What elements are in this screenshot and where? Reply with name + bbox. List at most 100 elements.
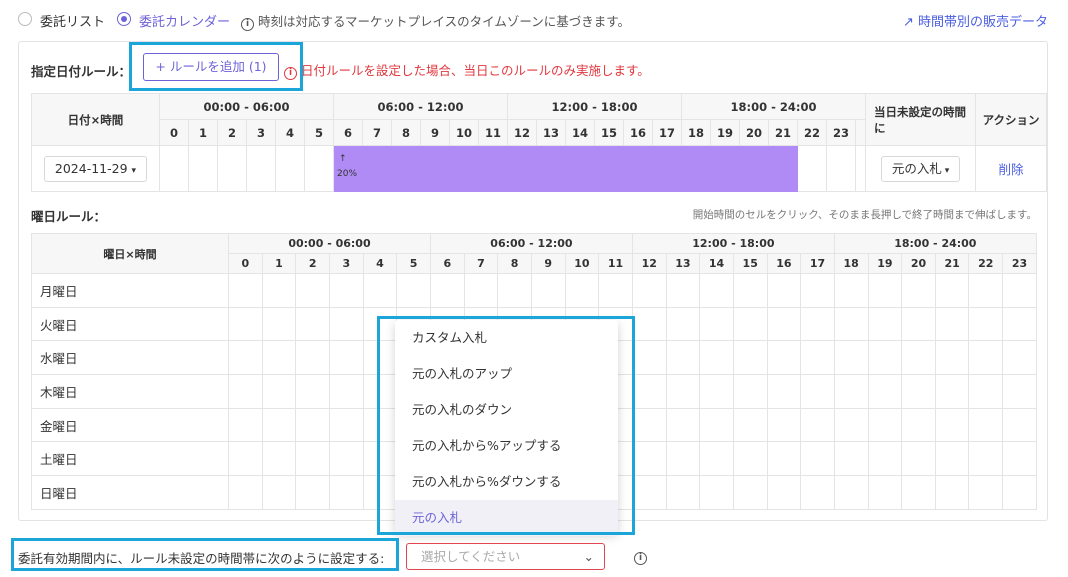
weekday-hour-cell[interactable] [732,475,768,510]
hour-cell[interactable] [217,145,247,192]
weekday-hour-cell[interactable] [1002,340,1037,376]
weekday-hour-cell[interactable] [867,374,903,409]
active-hour-cell[interactable] [565,145,595,192]
weekday-hour-cell[interactable] [295,374,330,409]
active-hour-cell[interactable] [420,145,450,192]
weekday-hour-cell[interactable] [766,273,802,308]
weekday-hour-cell[interactable] [934,306,970,342]
weekday-hour-cell[interactable] [295,475,330,510]
weekday-hour-cell[interactable] [968,306,1004,342]
weekday-hour-cell[interactable] [732,306,768,342]
weekday-hour-cell[interactable] [295,407,330,443]
weekday-hour-cell[interactable] [228,441,263,477]
weekday-hour-cell[interactable] [867,441,903,477]
weekday-hour-cell[interactable] [295,306,330,342]
weekday-hour-cell[interactable] [699,441,734,477]
weekday-hour-cell[interactable] [328,306,364,342]
active-hour-cell[interactable] [449,145,479,192]
active-hour-cell[interactable] [536,145,566,192]
weekday-hour-cell[interactable] [934,441,970,477]
weekday-hour-cell[interactable] [396,273,431,308]
weekday-hour-cell[interactable] [665,273,701,308]
weekday-hour-cell[interactable] [901,475,936,510]
weekday-hour-cell[interactable] [228,306,263,342]
weekday-hour-cell[interactable] [328,475,364,510]
weekday-hour-cell[interactable] [1002,273,1037,308]
weekday-hour-cell[interactable] [867,407,903,443]
weekday-hour-cell[interactable] [665,407,701,443]
weekday-hour-cell[interactable] [228,407,263,443]
weekday-hour-cell[interactable] [328,407,364,443]
hour-cell[interactable] [188,145,218,192]
weekday-hour-cell[interactable] [901,273,936,308]
default-setting-info[interactable]: i [634,549,647,565]
weekday-hour-cell[interactable] [968,273,1004,308]
weekday-hour-cell[interactable] [867,475,903,510]
radio-calendar-label[interactable]: 委託カレンダー [139,11,230,30]
default-setting-select[interactable]: 選択してください ⌄ [406,543,605,570]
weekday-hour-cell[interactable] [429,273,465,308]
weekday-hour-cell[interactable] [665,306,701,342]
weekday-hour-cell[interactable] [800,340,835,376]
weekday-hour-cell[interactable] [699,374,734,409]
weekday-hour-cell[interactable] [261,407,297,443]
weekday-hour-cell[interactable] [261,306,297,342]
weekday-hour-cell[interactable] [665,374,701,409]
hour-cell[interactable] [826,145,856,192]
radio-calendar[interactable] [117,12,131,26]
active-hour-cell[interactable] [623,145,653,192]
weekday-hour-cell[interactable] [732,340,768,376]
weekday-hour-cell[interactable] [800,407,835,443]
weekday-hour-cell[interactable] [833,340,869,376]
weekday-hour-cell[interactable] [1002,475,1037,510]
radio-list-label[interactable]: 委託リスト [40,11,105,30]
weekday-hour-cell[interactable] [295,441,330,477]
weekday-hour-cell[interactable] [497,273,532,308]
weekday-hour-cell[interactable] [934,374,970,409]
weekday-hour-cell[interactable] [901,441,936,477]
weekday-hour-cell[interactable] [1002,441,1037,477]
weekday-hour-cell[interactable] [665,441,701,477]
weekday-hour-cell[interactable] [530,273,566,308]
weekday-hour-cell[interactable] [699,273,734,308]
weekday-hour-cell[interactable] [800,441,835,477]
weekday-hour-cell[interactable] [766,441,802,477]
hour-cell[interactable] [246,145,276,192]
weekday-hour-cell[interactable] [631,374,667,409]
weekday-hour-cell[interactable] [598,273,633,308]
weekday-hour-cell[interactable] [901,407,936,443]
hour-cell[interactable] [797,145,827,192]
weekday-hour-cell[interactable] [800,475,835,510]
weekday-hour-cell[interactable] [631,273,667,308]
weekday-hour-cell[interactable] [328,374,364,409]
weekday-hour-cell[interactable] [968,340,1004,376]
weekday-hour-cell[interactable] [732,407,768,443]
weekday-hour-cell[interactable] [631,407,667,443]
delete-link[interactable]: 削除 [999,162,1024,177]
weekday-hour-cell[interactable] [328,340,364,376]
weekday-hour-cell[interactable] [564,273,600,308]
weekday-hour-cell[interactable] [934,475,970,510]
weekday-hour-cell[interactable] [766,475,802,510]
weekday-hour-cell[interactable] [833,407,869,443]
weekday-hour-cell[interactable] [867,340,903,376]
weekday-hour-cell[interactable] [1002,374,1037,409]
weekday-hour-cell[interactable] [833,374,869,409]
hour-cell[interactable] [159,145,189,192]
weekday-hour-cell[interactable] [800,273,835,308]
active-hour-cell[interactable] [362,145,392,192]
weekday-hour-cell[interactable] [766,306,802,342]
weekday-hour-cell[interactable] [228,475,263,510]
weekday-hour-cell[interactable] [665,475,701,510]
weekday-hour-cell[interactable] [732,441,768,477]
weekday-hour-cell[interactable] [228,374,263,409]
weekday-hour-cell[interactable] [766,340,802,376]
weekday-hour-cell[interactable] [934,340,970,376]
weekday-hour-cell[interactable] [631,441,667,477]
weekday-hour-cell[interactable] [631,306,667,342]
weekday-hour-cell[interactable] [665,340,701,376]
weekday-hour-cell[interactable] [631,340,667,376]
weekday-hour-cell[interactable] [833,475,869,510]
unset-select[interactable]: 元の入札 ▾ [880,155,961,182]
weekday-hour-cell[interactable] [295,340,330,376]
